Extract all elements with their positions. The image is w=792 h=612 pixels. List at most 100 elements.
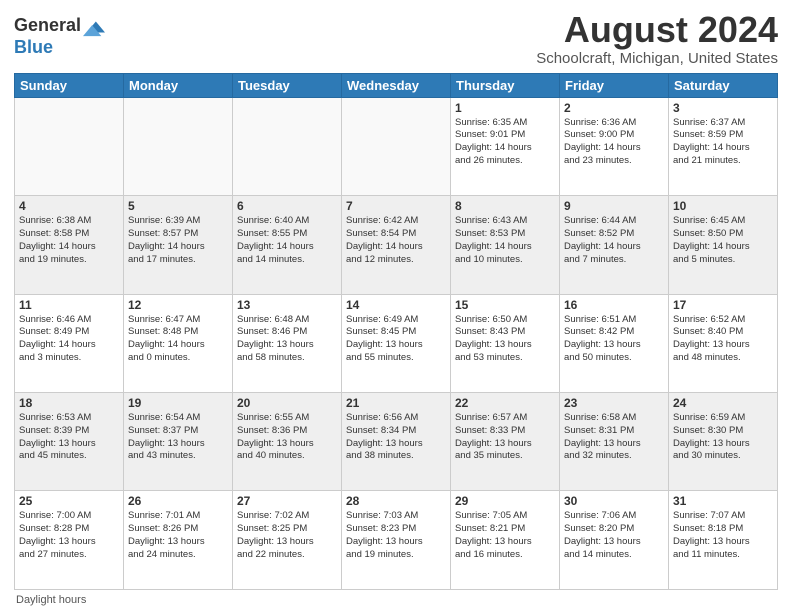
- day-info: Sunrise: 6:55 AM Sunset: 8:36 PM Dayligh…: [237, 412, 337, 463]
- day-number: 4: [19, 199, 119, 213]
- day-info: Sunrise: 6:35 AM Sunset: 9:01 PM Dayligh…: [455, 117, 555, 168]
- day-number: 23: [564, 396, 664, 410]
- calendar-header-monday: Monday: [124, 73, 233, 97]
- calendar-cell: 7 Sunrise: 6:42 AM Sunset: 8:54 PM Daylig…: [342, 196, 451, 294]
- day-info: Sunrise: 6:54 AM Sunset: 8:37 PM Dayligh…: [128, 412, 228, 463]
- day-number: 3: [673, 101, 773, 115]
- day-info: Sunrise: 6:52 AM Sunset: 8:40 PM Dayligh…: [673, 314, 773, 365]
- day-number: 22: [455, 396, 555, 410]
- calendar-week-row: 25Sunrise: 7:00 AM Sunset: 8:28 PM Dayli…: [15, 491, 778, 590]
- calendar-cell: [233, 97, 342, 195]
- title-area: August 2024 Schoolcraft, Michigan, Unite…: [536, 10, 778, 67]
- calendar-cell: 9 Sunrise: 6:44 AM Sunset: 8:52 PM Daylig…: [560, 196, 669, 294]
- calendar-header-friday: Friday: [560, 73, 669, 97]
- main-title: August 2024: [536, 10, 778, 50]
- day-info: Sunrise: 6:58 AM Sunset: 8:31 PM Dayligh…: [564, 412, 664, 463]
- day-number: 17: [673, 298, 773, 312]
- calendar-cell: 14 Sunrise: 6:49 AM Sunset: 8:45 PM Dayli…: [342, 294, 451, 392]
- day-info: Sunrise: 6:43 AM Sunset: 8:53 PM Dayligh…: [455, 215, 555, 266]
- day-info: Sunrise: 6:57 AM Sunset: 8:33 PM Dayligh…: [455, 412, 555, 463]
- calendar-header-saturday: Saturday: [669, 73, 778, 97]
- day-info: Sunrise: 6:51 AM Sunset: 8:42 PM Dayligh…: [564, 314, 664, 365]
- logo-blue: Blue: [14, 38, 105, 58]
- calendar-cell: 2 Sunrise: 6:36 AM Sunset: 9:00 PM Daylig…: [560, 97, 669, 195]
- day-number: 9: [564, 199, 664, 213]
- day-number: 16: [564, 298, 664, 312]
- subtitle: Schoolcraft, Michigan, United States: [536, 50, 778, 67]
- day-number: 14: [346, 298, 446, 312]
- calendar-cell: 28 Sunrise: 7:03 AM Sunset: 8:23 PM Dayli…: [342, 491, 451, 590]
- day-number: 13: [237, 298, 337, 312]
- logo-text: General Blue: [14, 14, 105, 58]
- calendar-cell: 3 Sunrise: 6:37 AM Sunset: 8:59 PM Daylig…: [669, 97, 778, 195]
- day-number: 19: [128, 396, 228, 410]
- day-number: 15: [455, 298, 555, 312]
- footer: Daylight hours: [14, 594, 778, 606]
- day-info: Sunrise: 6:38 AM Sunset: 8:58 PM Dayligh…: [19, 215, 119, 266]
- day-number: 6: [237, 199, 337, 213]
- logo-icon: [83, 16, 105, 38]
- day-number: 30: [564, 494, 664, 508]
- day-number: 24: [673, 396, 773, 410]
- day-number: 29: [455, 494, 555, 508]
- day-info: Sunrise: 6:36 AM Sunset: 9:00 PM Dayligh…: [564, 117, 664, 168]
- calendar-cell: 15 Sunrise: 6:50 AM Sunset: 8:43 PM Dayli…: [451, 294, 560, 392]
- day-number: 10: [673, 199, 773, 213]
- day-info: Sunrise: 6:50 AM Sunset: 8:43 PM Dayligh…: [455, 314, 555, 365]
- calendar-week-row: 18Sunrise: 6:53 AM Sunset: 8:39 PM Dayli…: [15, 393, 778, 491]
- day-number: 11: [19, 298, 119, 312]
- day-info: Sunrise: 6:39 AM Sunset: 8:57 PM Dayligh…: [128, 215, 228, 266]
- daylight-label: Daylight hours: [16, 594, 86, 606]
- day-info: Sunrise: 7:05 AM Sunset: 8:21 PM Dayligh…: [455, 510, 555, 561]
- calendar-week-row: 4 Sunrise: 6:38 AM Sunset: 8:58 PM Daylig…: [15, 196, 778, 294]
- calendar-cell: 17 Sunrise: 6:52 AM Sunset: 8:40 PM Dayli…: [669, 294, 778, 392]
- calendar-cell: 10Sunrise: 6:45 AM Sunset: 8:50 PM Dayli…: [669, 196, 778, 294]
- day-info: Sunrise: 7:02 AM Sunset: 8:25 PM Dayligh…: [237, 510, 337, 561]
- calendar-cell: [124, 97, 233, 195]
- day-info: Sunrise: 6:49 AM Sunset: 8:45 PM Dayligh…: [346, 314, 446, 365]
- logo-general: General: [14, 16, 81, 36]
- calendar-cell: 6 Sunrise: 6:40 AM Sunset: 8:55 PM Daylig…: [233, 196, 342, 294]
- calendar-cell: 20 Sunrise: 6:55 AM Sunset: 8:36 PM Dayli…: [233, 393, 342, 491]
- day-number: 8: [455, 199, 555, 213]
- calendar-cell: [15, 97, 124, 195]
- day-info: Sunrise: 6:48 AM Sunset: 8:46 PM Dayligh…: [237, 314, 337, 365]
- day-info: Sunrise: 7:06 AM Sunset: 8:20 PM Dayligh…: [564, 510, 664, 561]
- calendar-cell: 8 Sunrise: 6:43 AM Sunset: 8:53 PM Daylig…: [451, 196, 560, 294]
- calendar-cell: 29 Sunrise: 7:05 AM Sunset: 8:21 PM Dayli…: [451, 491, 560, 590]
- day-number: 7: [346, 199, 446, 213]
- day-number: 12: [128, 298, 228, 312]
- calendar-cell: 16 Sunrise: 6:51 AM Sunset: 8:42 PM Dayli…: [560, 294, 669, 392]
- day-info: Sunrise: 6:42 AM Sunset: 8:54 PM Dayligh…: [346, 215, 446, 266]
- day-info: Sunrise: 6:47 AM Sunset: 8:48 PM Dayligh…: [128, 314, 228, 365]
- calendar-cell: 13 Sunrise: 6:48 AM Sunset: 8:46 PM Dayli…: [233, 294, 342, 392]
- calendar-header-sunday: Sunday: [15, 73, 124, 97]
- calendar-header-wednesday: Wednesday: [342, 73, 451, 97]
- calendar-week-row: 11 Sunrise: 6:46 AM Sunset: 8:49 PM Dayli…: [15, 294, 778, 392]
- calendar-cell: 24 Sunrise: 6:59 AM Sunset: 8:30 PM Dayli…: [669, 393, 778, 491]
- day-number: 21: [346, 396, 446, 410]
- day-number: 1: [455, 101, 555, 115]
- day-info: Sunrise: 6:59 AM Sunset: 8:30 PM Dayligh…: [673, 412, 773, 463]
- page: General Blue August 2024 Schoolcraft, Mi…: [0, 0, 792, 612]
- calendar-cell: 19 Sunrise: 6:54 AM Sunset: 8:37 PM Dayli…: [124, 393, 233, 491]
- day-info: Sunrise: 6:56 AM Sunset: 8:34 PM Dayligh…: [346, 412, 446, 463]
- calendar-cell: 23 Sunrise: 6:58 AM Sunset: 8:31 PM Dayli…: [560, 393, 669, 491]
- calendar-header-thursday: Thursday: [451, 73, 560, 97]
- day-info: Sunrise: 6:37 AM Sunset: 8:59 PM Dayligh…: [673, 117, 773, 168]
- calendar-cell: 22 Sunrise: 6:57 AM Sunset: 8:33 PM Dayli…: [451, 393, 560, 491]
- day-number: 2: [564, 101, 664, 115]
- calendar-header-row: SundayMondayTuesdayWednesdayThursdayFrid…: [15, 73, 778, 97]
- calendar-cell: 31Sunrise: 7:07 AM Sunset: 8:18 PM Dayli…: [669, 491, 778, 590]
- day-number: 28: [346, 494, 446, 508]
- day-info: Sunrise: 7:03 AM Sunset: 8:23 PM Dayligh…: [346, 510, 446, 561]
- day-info: Sunrise: 6:46 AM Sunset: 8:49 PM Dayligh…: [19, 314, 119, 365]
- day-info: Sunrise: 6:44 AM Sunset: 8:52 PM Dayligh…: [564, 215, 664, 266]
- day-info: Sunrise: 7:01 AM Sunset: 8:26 PM Dayligh…: [128, 510, 228, 561]
- day-number: 20: [237, 396, 337, 410]
- day-info: Sunrise: 6:53 AM Sunset: 8:39 PM Dayligh…: [19, 412, 119, 463]
- header: General Blue August 2024 Schoolcraft, Mi…: [14, 10, 778, 67]
- calendar-cell: 25Sunrise: 7:00 AM Sunset: 8:28 PM Dayli…: [15, 491, 124, 590]
- day-number: 26: [128, 494, 228, 508]
- day-info: Sunrise: 6:40 AM Sunset: 8:55 PM Dayligh…: [237, 215, 337, 266]
